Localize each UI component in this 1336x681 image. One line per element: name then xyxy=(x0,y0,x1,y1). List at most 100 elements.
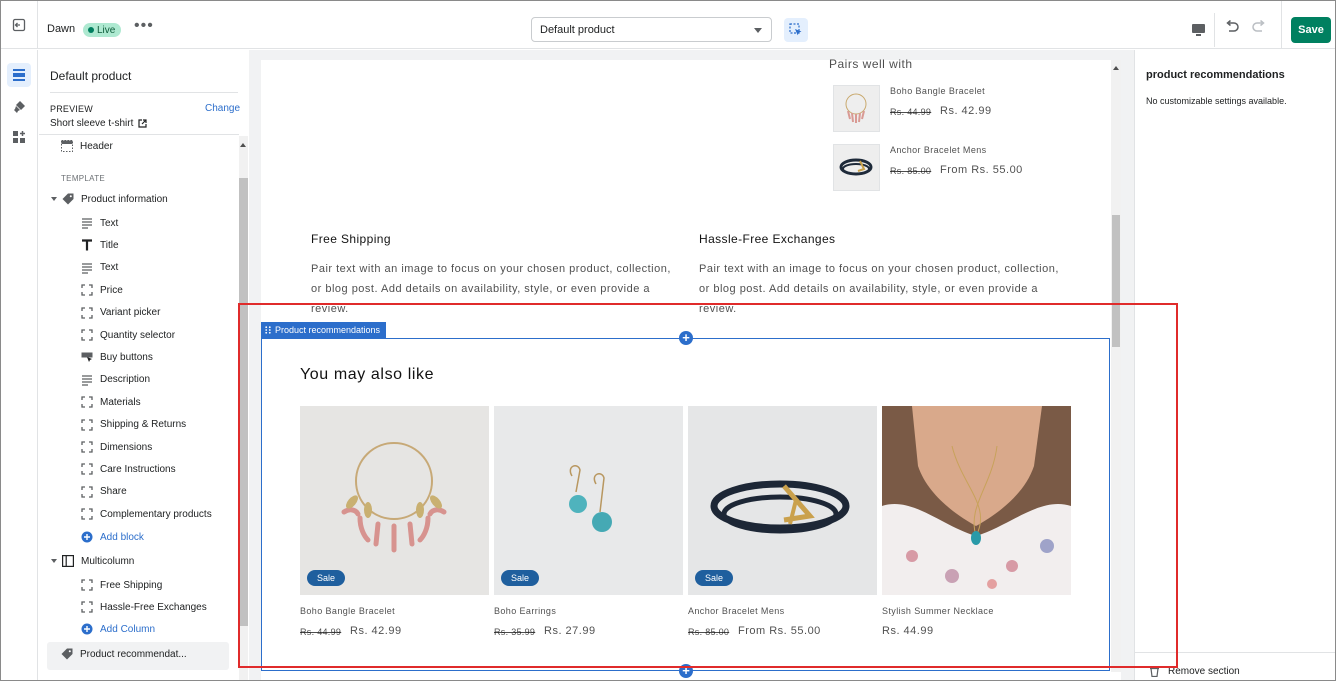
exit-icon xyxy=(12,18,26,32)
sidebar-item-multicolumn[interactable]: Multicolumn xyxy=(51,551,134,571)
title-t-icon xyxy=(81,239,93,251)
remove-section-label: Remove section xyxy=(1168,666,1240,677)
sidebar-block-item[interactable]: Quantity selector xyxy=(81,325,175,345)
theme-editor-window: Dawn Live ••• Default product Save Defau… xyxy=(0,0,1336,681)
app-embeds-nav-button[interactable] xyxy=(7,125,31,149)
live-badge-label: Live xyxy=(97,24,116,36)
sidebar-item-free-shipping[interactable]: Free Shipping xyxy=(81,575,162,595)
sections-nav-button[interactable] xyxy=(7,63,31,87)
dashed-square-icon xyxy=(81,579,93,591)
sidebar-block-item[interactable]: Shipping & Returns xyxy=(81,415,186,435)
sidebar-item-label: Materials xyxy=(100,396,141,408)
save-button[interactable]: Save xyxy=(1291,17,1331,43)
sections-icon xyxy=(13,69,25,81)
pairs-item[interactable]: Boho Bangle Bracelet Rs. 44.99 Rs. 42.99 xyxy=(833,85,1093,133)
sidebar-item-header[interactable]: Header xyxy=(61,136,113,156)
pairs-well-title: Pairs well with xyxy=(829,57,913,71)
left-icon-rail xyxy=(1,50,38,680)
sidebar-block-item[interactable]: Dimensions xyxy=(81,437,152,457)
sidebar-item-label: Dimensions xyxy=(100,441,153,453)
more-actions-button[interactable]: ••• xyxy=(134,18,154,34)
add-block-label: Add block xyxy=(100,531,144,543)
sidebar-item-label: Quantity selector xyxy=(100,329,176,341)
sidebar-block-item[interactable]: Variant picker xyxy=(81,303,160,323)
template-group-label: TEMPLATE xyxy=(61,174,106,183)
sidebar-item-label: Variant picker xyxy=(100,307,161,319)
sidebar-block-item[interactable]: Price xyxy=(81,280,123,300)
sidebar-item-label: Hassle-Free Exchanges xyxy=(100,601,207,613)
apps-grid-icon xyxy=(13,131,25,143)
dashed-square-icon xyxy=(81,601,93,613)
sections-sidebar: Default product PREVIEW Change Short sle… xyxy=(39,50,249,680)
exit-button[interactable] xyxy=(1,1,38,49)
dashed-square-icon xyxy=(81,396,93,408)
pairs-item-name: Anchor Bracelet Mens xyxy=(890,145,987,155)
tag-icon xyxy=(62,193,74,205)
change-preview-link[interactable]: Change xyxy=(205,103,240,114)
tag-icon xyxy=(61,648,73,660)
sidebar-item-hassle-free-exchanges[interactable]: Hassle-Free Exchanges xyxy=(81,597,207,617)
sidebar-item-label: Text xyxy=(100,262,119,274)
chevron-down-icon xyxy=(51,197,57,201)
add-column-label: Add Column xyxy=(100,623,156,635)
text-lines-icon xyxy=(81,374,93,386)
redo-icon xyxy=(1252,19,1265,32)
sidebar-item-label: Product recommendat... xyxy=(80,648,187,660)
sidebar-block-item[interactable]: Complementary products xyxy=(81,504,212,524)
preview-label: PREVIEW xyxy=(50,104,93,114)
theme-settings-nav-button[interactable] xyxy=(7,95,31,119)
sidebar-item-label: Description xyxy=(100,374,151,386)
undo-button[interactable] xyxy=(1225,19,1240,39)
sidebar-block-item[interactable]: Text xyxy=(81,258,118,278)
dashed-square-icon xyxy=(81,441,93,453)
external-link-icon xyxy=(138,119,147,128)
highlight-box xyxy=(238,303,1178,668)
pairs-item-price: From Rs. 55.00 xyxy=(940,164,1023,176)
sidebar-item-label: Multicolumn xyxy=(81,555,135,567)
text-lines-icon xyxy=(81,262,93,274)
live-dot-icon xyxy=(88,27,94,33)
sidebar-item-label: Shipping & Returns xyxy=(100,419,187,431)
scroll-up-icon xyxy=(1113,66,1119,70)
sidebar-item-label: Complementary products xyxy=(100,508,212,520)
sidebar-block-item[interactable]: Materials xyxy=(81,392,141,412)
column-title: Free Shipping xyxy=(311,232,391,246)
paintbrush-icon xyxy=(14,101,25,113)
dashed-square-icon xyxy=(81,486,93,498)
product-thumbnail xyxy=(833,85,880,132)
preview-product[interactable]: Short sleeve t-shirt xyxy=(50,118,147,129)
plus-circle-icon xyxy=(81,623,93,635)
sidebar-block-item[interactable]: Text xyxy=(81,213,118,233)
sidebar-item-product-recommendations[interactable]: Product recommendat... xyxy=(61,644,187,664)
header-section-icon xyxy=(61,140,73,152)
template-select[interactable]: Default product xyxy=(531,17,772,42)
sidebar-block-item[interactable]: Description xyxy=(81,370,150,390)
divider xyxy=(39,134,239,135)
sidebar-item-label: Header xyxy=(80,140,113,152)
scroll-up-icon xyxy=(240,143,246,147)
undo-icon xyxy=(1226,19,1239,32)
sidebar-item-label: Care Instructions xyxy=(100,463,176,475)
sidebar-item-label: Buy buttons xyxy=(100,351,153,363)
dashed-square-icon xyxy=(81,284,93,296)
divider xyxy=(50,92,238,93)
add-block-button[interactable]: Add block xyxy=(81,527,144,547)
dashed-square-icon xyxy=(81,508,93,520)
inspector-toggle-button[interactable] xyxy=(784,18,808,42)
sidebar-item-label: Share xyxy=(100,486,127,498)
sidebar-item-label: Text xyxy=(100,217,119,229)
desktop-view-button[interactable] xyxy=(1183,13,1215,47)
pairs-item[interactable]: Anchor Bracelet Mens Rs. 85.00 From Rs. … xyxy=(833,144,1093,192)
buy-buttons-icon xyxy=(81,351,93,363)
product-thumbnail xyxy=(833,144,880,191)
sidebar-block-item[interactable]: Care Instructions xyxy=(81,459,176,479)
sidebar-item-label: Free Shipping xyxy=(100,579,163,591)
settings-panel-title: product recommendations xyxy=(1146,69,1285,81)
redo-button[interactable] xyxy=(1251,19,1266,39)
sidebar-block-item[interactable]: Share xyxy=(81,482,127,502)
add-column-button[interactable]: Add Column xyxy=(81,619,155,639)
sidebar-item-product-information[interactable]: Product information xyxy=(51,189,168,209)
sidebar-block-item[interactable]: Title xyxy=(81,235,119,255)
sidebar-block-item[interactable]: Buy buttons xyxy=(81,347,153,367)
sidebar-item-label: Price xyxy=(100,284,123,296)
